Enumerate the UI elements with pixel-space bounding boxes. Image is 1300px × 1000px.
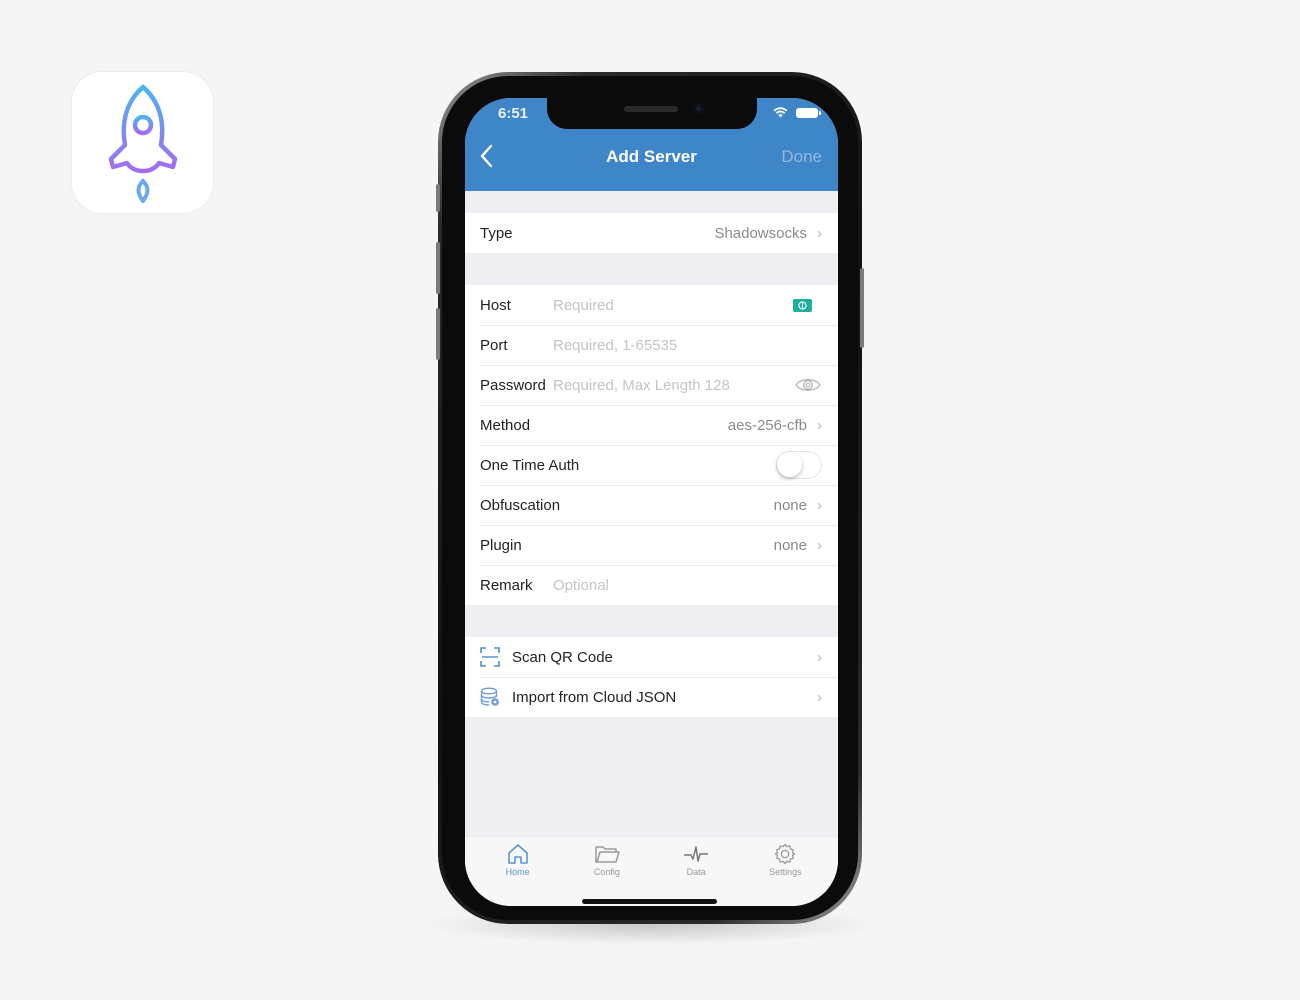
type-value: Shadowsocks: [714, 224, 807, 242]
plugin-value: none: [773, 536, 807, 554]
type-row[interactable]: Type Shadowsocks ›: [465, 213, 838, 253]
server-fields-group: Host Required Port Required, 1-65535 Pas…: [465, 285, 838, 605]
tab-home[interactable]: Home: [483, 837, 553, 906]
nav-header: 6:51 Add Server Done: [465, 98, 838, 191]
form-content: Type Shadowsocks › Host Required Port Re…: [465, 191, 838, 717]
port-row[interactable]: Port Required, 1-65535: [465, 325, 838, 365]
chevron-right-icon: ›: [817, 536, 822, 554]
chevron-right-icon: ›: [817, 496, 822, 514]
method-label: Method: [480, 416, 531, 434]
remark-row[interactable]: Remark Optional: [465, 565, 838, 605]
port-label: Port: [480, 336, 508, 354]
remark-label: Remark: [480, 576, 533, 594]
scan-qr-code-row[interactable]: Scan QR Code ›: [465, 637, 838, 677]
host-row[interactable]: Host Required: [465, 285, 838, 325]
tab-config-label: Config: [593, 867, 620, 877]
wifi-icon: [773, 107, 788, 118]
type-label: Type: [480, 224, 513, 242]
toggle-knob: [777, 452, 802, 477]
import-cloud-json-row[interactable]: Import from Cloud JSON ›: [465, 677, 838, 717]
done-button[interactable]: Done: [781, 147, 822, 167]
status-icons: [773, 107, 821, 118]
tab-data[interactable]: Data: [661, 837, 731, 906]
folder-icon: [595, 846, 620, 863]
one-time-auth-toggle[interactable]: [776, 451, 822, 479]
camera: [693, 103, 704, 114]
notch: [547, 98, 757, 129]
type-group: Type Shadowsocks ›: [465, 213, 838, 253]
import-actions-group: Scan QR Code › Import from Cloud JSON ›: [465, 637, 838, 717]
pulse-icon: [684, 846, 709, 862]
database-import-icon: [480, 687, 499, 706]
screen: 6:51 Add Server Done Type Shadowsocks › …: [465, 98, 838, 906]
chevron-right-icon: ›: [817, 648, 822, 666]
plugin-row[interactable]: Plugin none ›: [465, 525, 838, 565]
app-icon: [72, 72, 213, 213]
battery-icon: [796, 107, 821, 118]
gear-icon: [775, 843, 796, 865]
home-indicator: [582, 899, 717, 904]
password-input[interactable]: Required, Max Length 128: [553, 377, 794, 394]
scan-qr-code-label: Scan QR Code: [512, 648, 613, 666]
volume-up-button: [436, 242, 440, 294]
tab-settings[interactable]: Settings: [750, 837, 820, 906]
eye-icon[interactable]: [794, 376, 822, 394]
method-row[interactable]: Method aes-256-cfb ›: [465, 405, 838, 445]
rocket-icon: [108, 84, 177, 203]
tab-data-label: Data: [686, 867, 706, 877]
obfuscation-value: none: [773, 496, 807, 514]
mute-switch: [436, 184, 440, 212]
phone-frame: 6:51 Add Server Done Type Shadowsocks › …: [436, 72, 864, 924]
chevron-right-icon: ›: [817, 688, 822, 706]
home-icon: [507, 844, 528, 864]
chevron-right-icon: ›: [817, 224, 822, 242]
globe-icon[interactable]: [793, 298, 812, 312]
remark-input[interactable]: Optional: [553, 577, 822, 594]
obfuscation-row[interactable]: Obfuscation none ›: [465, 485, 838, 525]
one-time-auth-label: One Time Auth: [480, 456, 580, 474]
port-input[interactable]: Required, 1-65535: [553, 337, 822, 354]
host-label: Host: [480, 296, 511, 314]
qr-scan-icon: [480, 647, 500, 667]
import-cloud-json-label: Import from Cloud JSON: [512, 688, 677, 706]
one-time-auth-row: One Time Auth: [465, 445, 838, 485]
volume-down-button: [436, 308, 440, 360]
tab-settings-label: Settings: [769, 867, 802, 877]
password-label: Password: [480, 376, 546, 394]
method-value: aes-256-cfb: [727, 416, 807, 434]
chevron-right-icon: ›: [817, 416, 822, 434]
tab-home-label: Home: [505, 867, 530, 877]
obfuscation-label: Obfuscation: [480, 496, 561, 514]
tab-bar: Home Config Data Settings: [465, 836, 838, 906]
speaker: [624, 106, 678, 112]
power-button: [860, 268, 864, 348]
tab-config[interactable]: Config: [572, 837, 642, 906]
plugin-label: Plugin: [480, 536, 522, 554]
host-input[interactable]: Required: [553, 297, 793, 314]
password-row[interactable]: Password Required, Max Length 128: [465, 365, 838, 405]
status-time: 6:51: [498, 105, 529, 122]
